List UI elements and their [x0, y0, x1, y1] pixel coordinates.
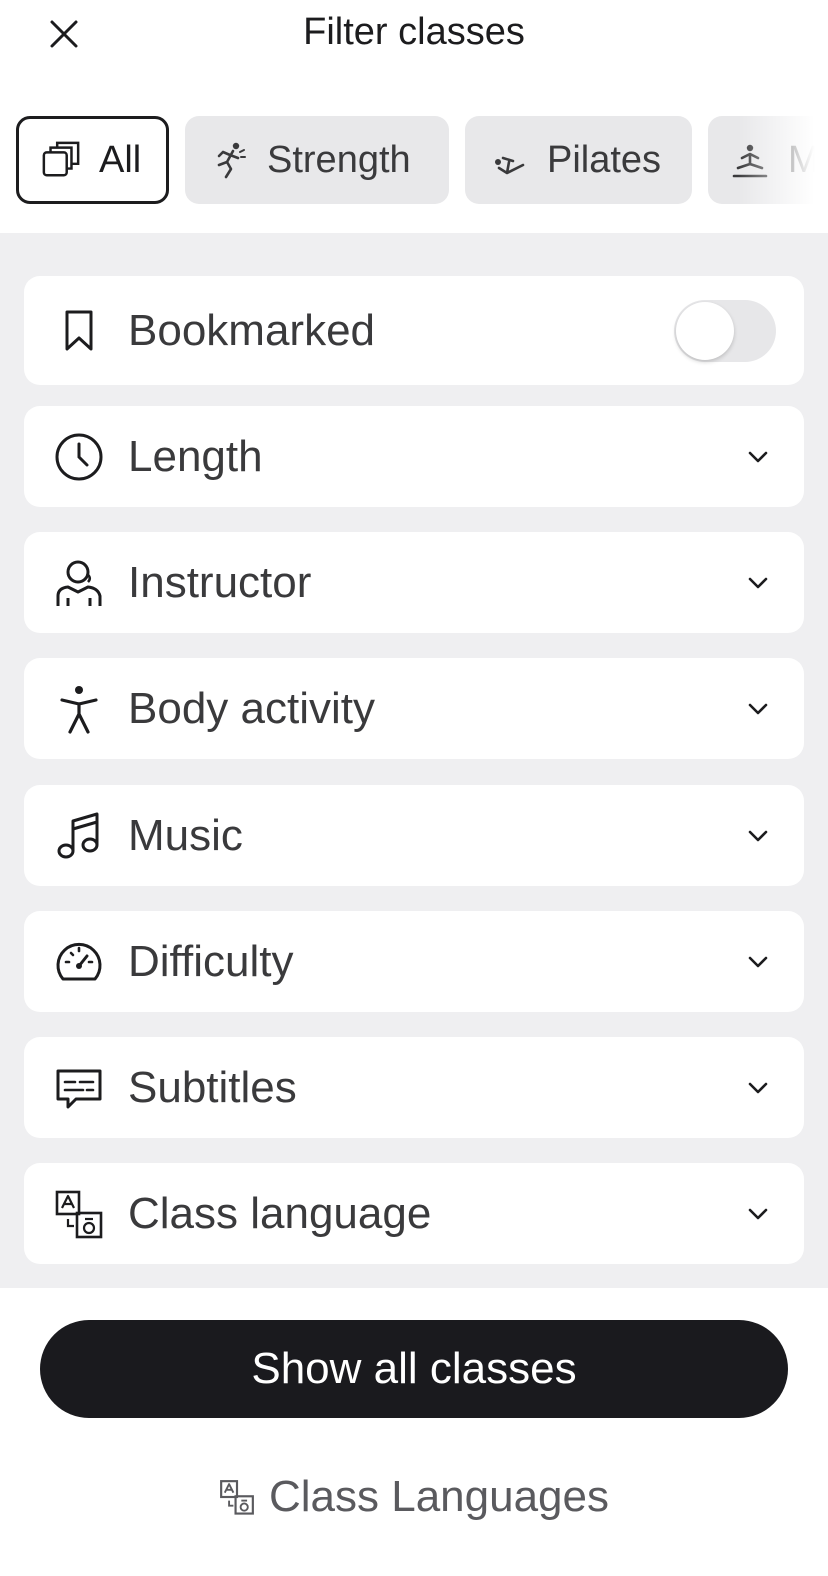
gauge-icon	[54, 937, 104, 987]
filter-label: Length	[128, 431, 263, 481]
filter-label: Music	[128, 810, 243, 860]
filter-row-difficulty[interactable]: Difficulty	[24, 911, 804, 1012]
chevron-down-icon	[746, 445, 770, 469]
class-languages-label: Class Languages	[268, 1472, 609, 1521]
body-icon	[54, 684, 104, 734]
chip-strength[interactable]: Strength	[185, 116, 449, 204]
clock-icon	[54, 432, 104, 482]
filter-label: Subtitles	[128, 1062, 297, 1112]
filter-row-class-language[interactable]: Class language	[24, 1163, 804, 1264]
music-note-icon	[54, 811, 104, 861]
bookmarked-toggle[interactable]	[674, 300, 776, 362]
chevron-down-icon	[746, 1076, 770, 1100]
chip-label: Strength	[267, 138, 411, 181]
header: Filter classes	[0, 0, 828, 64]
pilates-icon	[489, 140, 529, 180]
filter-row-music[interactable]: Music	[24, 785, 804, 886]
filter-row-instructor[interactable]: Instructor	[24, 532, 804, 633]
category-chips: All Strength Pilates M	[0, 116, 828, 206]
filter-label: Class language	[128, 1188, 432, 1238]
translate-icon	[54, 1189, 104, 1239]
chevron-down-icon	[746, 1202, 770, 1226]
class-languages-link[interactable]: Class Languages	[0, 1472, 828, 1522]
chevron-down-icon	[746, 697, 770, 721]
filter-label: Difficulty	[128, 936, 294, 986]
chevron-down-icon	[746, 950, 770, 974]
filter-label: Bookmarked	[128, 305, 376, 355]
filter-label: Instructor	[128, 557, 312, 607]
filter-row-bookmarked: Bookmarked	[24, 276, 804, 385]
show-all-classes-button[interactable]: Show all classes	[40, 1320, 788, 1418]
strength-runner-icon	[209, 140, 249, 180]
subtitles-icon	[54, 1063, 104, 1113]
chip-label: M	[788, 138, 820, 181]
chip-pilates[interactable]: Pilates	[465, 116, 692, 204]
instructor-icon	[54, 558, 104, 608]
chevron-down-icon	[746, 824, 770, 848]
chip-meditation[interactable]: M	[708, 116, 828, 204]
chip-label: Pilates	[547, 138, 662, 181]
filter-row-subtitles[interactable]: Subtitles	[24, 1037, 804, 1138]
filter-row-body-activity[interactable]: Body activity	[24, 658, 804, 759]
bookmark-icon	[54, 306, 104, 356]
page-title: Filter classes	[303, 11, 525, 53]
meditation-icon	[730, 140, 770, 180]
chip-label: All	[99, 138, 142, 181]
filter-panel: Bookmarked Length Instructor Body activi…	[0, 233, 828, 1288]
chip-all[interactable]: All	[16, 116, 169, 204]
chevron-down-icon	[746, 571, 770, 595]
filter-label: Body activity	[128, 683, 375, 733]
translate-icon	[219, 1479, 255, 1515]
stack-icon	[41, 140, 81, 180]
toggle-knob	[676, 302, 734, 360]
filter-row-length[interactable]: Length	[24, 406, 804, 507]
